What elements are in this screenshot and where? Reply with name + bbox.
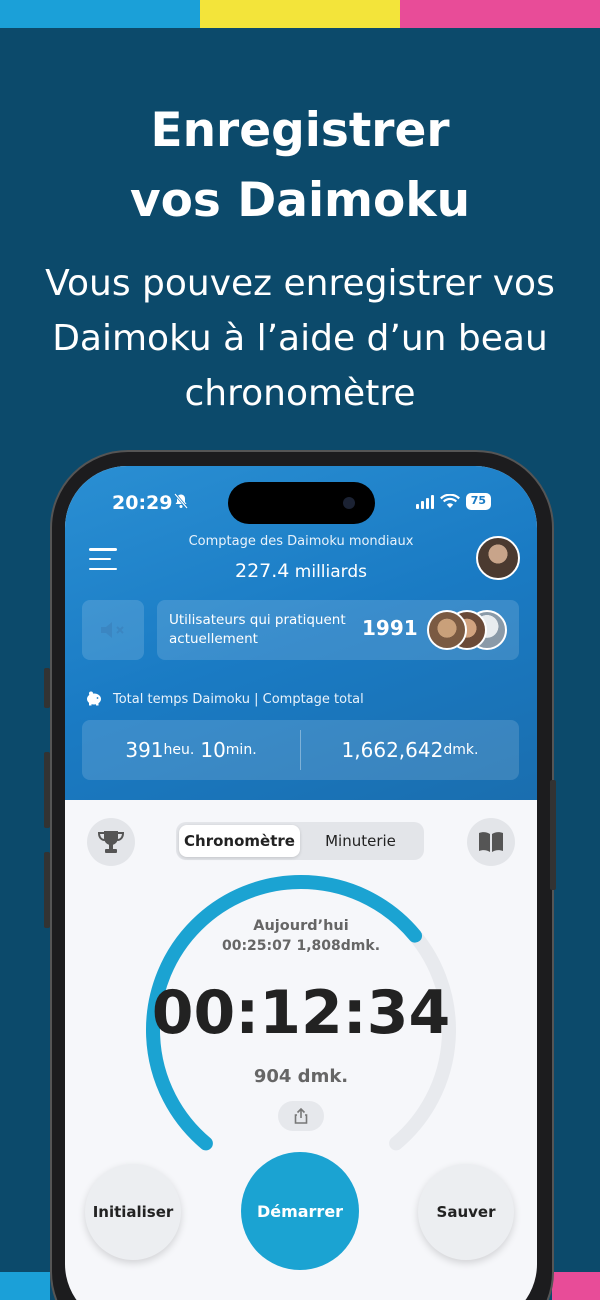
signal-icon (415, 494, 434, 509)
share-button[interactable] (278, 1101, 324, 1131)
bottom-color-bar-pink (552, 1272, 600, 1300)
total-hours-value: 391 (125, 738, 164, 762)
book-button[interactable] (467, 818, 515, 866)
start-button[interactable]: Démarrer (241, 1152, 359, 1270)
color-bar-yellow (200, 0, 400, 28)
headline: Enregistrer vos Daimoku (0, 96, 600, 236)
active-users-card: Utilisateurs qui pratiquent actuellement… (157, 600, 519, 660)
total-time: 391 heu. 10 min. (82, 720, 300, 780)
phone-action-button (44, 668, 50, 708)
tab-timer[interactable]: Minuterie (300, 825, 421, 857)
save-button[interactable]: Sauver (418, 1164, 514, 1260)
total-minutes-value: 10 (200, 738, 226, 762)
subheadline-line-1: Vous pouvez enregistrer vos (45, 263, 555, 304)
today-value: 00:25:07 1,808dmk. (221, 938, 381, 954)
camera-icon (343, 497, 355, 509)
speaker-mute-icon (101, 622, 124, 638)
bell-slash-icon (173, 493, 189, 513)
dynamic-island (228, 482, 375, 524)
trophy-button[interactable] (87, 818, 135, 866)
stopwatch-time: 00:12:34 (151, 978, 451, 1048)
color-bar-pink (400, 0, 600, 28)
book-icon (479, 832, 503, 852)
phone-power-button (550, 780, 556, 890)
subheadline-line-2: Daimoku à l’aide d’un beau (52, 318, 548, 359)
bottom-color-bar-blue (0, 1272, 50, 1300)
subheadline: Vous pouvez enregistrer vos Daimoku à l’… (0, 256, 600, 421)
user-avatar (427, 610, 467, 650)
status-indicators: 75 (415, 493, 491, 510)
session-count: 904 dmk. (253, 1066, 349, 1087)
global-count-unit: milliards (294, 562, 368, 582)
total-count-unit: dmk. (443, 742, 479, 758)
reset-button[interactable]: Initialiser (85, 1164, 181, 1260)
total-hours-unit: heu. (163, 742, 195, 758)
wifi-icon (439, 494, 460, 508)
status-time: 20:29 (112, 492, 173, 514)
share-icon (294, 1107, 308, 1124)
profile-avatar[interactable] (476, 536, 520, 580)
trophy-icon (97, 831, 125, 853)
phone-volume-up (44, 752, 50, 828)
totals-label: Total temps Daimoku | Comptage total (113, 692, 364, 707)
piggy-bank-icon (87, 691, 101, 706)
phone-volume-down (44, 852, 50, 928)
battery-icon: 75 (465, 493, 491, 510)
user-avatars (427, 610, 507, 650)
total-count-value: 1,662,642 (341, 738, 444, 762)
active-users-count: 1991 (362, 616, 418, 640)
header-panel: 20:29 75 Comptage des Daimoku mondiaux 2… (65, 466, 537, 800)
headline-line-1: Enregistrer (150, 103, 450, 158)
global-count-label: Comptage des Daimoku mondiaux (188, 534, 414, 549)
total-count: 1,662,642 dmk. (301, 720, 519, 780)
subheadline-line-3: chronomètre (184, 373, 416, 414)
app-screen: 20:29 75 Comptage des Daimoku mondiaux 2… (65, 466, 537, 1300)
global-count: 227.4 milliards (65, 560, 537, 582)
totals-card: 391 heu. 10 min. 1,662,642 dmk. (82, 720, 519, 780)
total-minutes-unit: min. (225, 742, 257, 758)
tab-stopwatch[interactable]: Chronomètre (179, 825, 300, 857)
global-count-value: 227.4 (234, 560, 290, 582)
top-color-bars (0, 0, 600, 28)
today-label: Aujourd’hui (253, 918, 349, 934)
color-bar-blue (0, 0, 200, 28)
headline-line-2: vos Daimoku (129, 173, 471, 228)
mute-button[interactable] (82, 600, 144, 660)
mode-segmented-control: Chronomètre Minuterie (176, 822, 424, 860)
active-users-label: Utilisateurs qui pratiquent actuellement (169, 612, 346, 647)
